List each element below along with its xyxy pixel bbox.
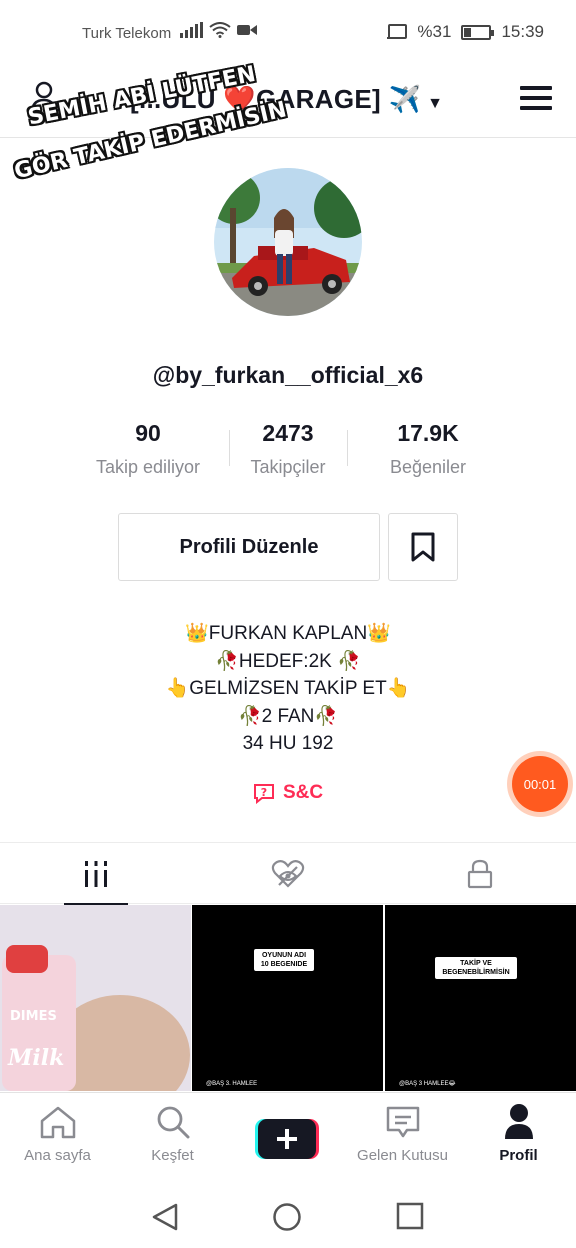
video-caption: OYUNUN ADI 10 BEGENIDE: [254, 949, 314, 971]
inbox-icon: [386, 1106, 419, 1138]
nav-discover[interactable]: Keşfet: [115, 1093, 230, 1181]
edit-profile-button[interactable]: Profili Düzenle: [118, 513, 380, 581]
grid-icon: [85, 861, 107, 887]
profile-bio: 👑FURKAN KAPLAN👑 🥀HEDEF:2K 🥀 👆GELMİZSEN T…: [0, 620, 576, 758]
questions-link-label: S&C: [282, 782, 324, 803]
nav-label: Keşfet: [151, 1147, 194, 1164]
svg-text:Milk: Milk: [7, 1045, 64, 1071]
tab-private[interactable]: [384, 843, 576, 905]
battery-icon: [461, 24, 495, 40]
battery-fill: [464, 27, 472, 37]
bio-line: 👆GELMİZSEN TAKİP ET👆: [165, 678, 411, 699]
stat-label: Takip ediliyor: [95, 457, 201, 477]
status-bar: Turk Telekom %31 15:39: [0, 0, 576, 66]
bio-line: 34 HU 192: [242, 733, 334, 754]
nav-home[interactable]: Ana sayfa: [0, 1093, 115, 1181]
carrier-label: Turk Telekom: [82, 25, 172, 42]
stat-divider: [347, 430, 348, 466]
cast-icon: [387, 24, 408, 39]
recents-icon[interactable]: [396, 1202, 424, 1230]
video-call-icon: [237, 25, 257, 35]
home-button-icon[interactable]: [272, 1202, 302, 1232]
bookmarks-button[interactable]: [388, 513, 458, 581]
wifi-icon: [209, 22, 231, 38]
stat-value: 90: [135, 420, 161, 446]
stat-value: 2473: [262, 420, 314, 446]
plus-icon: [255, 1119, 319, 1159]
recording-timer[interactable]: 00:01: [512, 756, 568, 812]
home-icon: [40, 1106, 75, 1139]
tab-videos[interactable]: [0, 843, 192, 906]
nav-label: Ana sayfa: [24, 1147, 91, 1164]
search-icon: [157, 1106, 189, 1139]
lock-icon: [467, 859, 493, 889]
stat-following[interactable]: 90 Takip ediliyor: [73, 420, 223, 478]
nav-profile[interactable]: Profil: [461, 1093, 576, 1181]
clock: 15:39: [501, 22, 544, 41]
nav-create[interactable]: [230, 1093, 345, 1181]
questions-link[interactable]: ? S&C: [0, 782, 576, 804]
video-footer: @BAŞ 3 HAMLEE😂: [399, 1081, 456, 1087]
profile-stats: 90 Takip ediliyor 2473 Takipçiler 17.9K …: [0, 420, 576, 480]
menu-icon[interactable]: [520, 86, 552, 112]
stat-label: Takipçiler: [250, 457, 326, 477]
video-thumbnail[interactable]: DIMES Milk: [0, 905, 191, 1091]
bottom-nav: Ana sayfa Keşfet Gelen Kutusu Profil: [0, 1092, 576, 1180]
svg-text:DIMES: DIMES: [10, 1009, 57, 1024]
question-bubble-icon: ?: [253, 784, 274, 804]
stat-label: Beğeniler: [389, 457, 467, 477]
bookmark-icon: [411, 532, 435, 562]
chevron-down-icon: ▼: [427, 95, 444, 112]
avatar-image: [214, 168, 362, 316]
battery-percent: %31: [417, 22, 452, 41]
milkshake-thumbnail-image: DIMES Milk: [0, 905, 191, 1091]
profile-handle: @by_furkan__official_x6: [152, 362, 424, 388]
video-thumbnail[interactable]: OYUNUN ADI 10 BEGENIDE @BAŞ 3. HAMLEE: [192, 905, 383, 1091]
nav-label: Profil: [499, 1147, 538, 1164]
tab-liked-private[interactable]: [192, 843, 384, 905]
video-grid: DIMES Milk OYUNUN ADI 10 BEGENIDE @BAŞ 3…: [0, 905, 576, 1091]
svg-text:?: ?: [261, 786, 267, 799]
avatar[interactable]: [214, 168, 362, 316]
content-tabs: [0, 842, 576, 906]
stat-likes[interactable]: 17.9K Beğeniler: [353, 420, 503, 478]
hidden-heart-icon: [271, 860, 305, 888]
profile-icon: [504, 1104, 533, 1139]
system-navigation: [0, 1180, 576, 1248]
status-icons: [180, 22, 257, 38]
stat-value: 17.9K: [397, 420, 459, 446]
bio-line: 🥀2 FAN🥀: [237, 705, 339, 727]
status-right: %31 15:39: [387, 22, 544, 42]
nav-inbox[interactable]: Gelen Kutusu: [345, 1093, 460, 1181]
bio-line: 🥀HEDEF:2K 🥀: [215, 650, 361, 672]
video-caption: TAKİP VE BEGENEBİLİRMİSİN: [435, 957, 517, 979]
back-icon[interactable]: [150, 1202, 180, 1232]
stat-followers[interactable]: 2473 Takipçiler: [213, 420, 363, 478]
video-thumbnail[interactable]: TAKİP VE BEGENEBİLİRMİSİN @BAŞ 3 HAMLEE😂: [385, 905, 576, 1091]
signal-icon: [180, 22, 203, 38]
bio-line: 👑FURKAN KAPLAN👑: [185, 623, 391, 644]
nav-label: Gelen Kutusu: [357, 1147, 448, 1164]
video-footer: @BAŞ 3. HAMLEE: [206, 1081, 258, 1087]
